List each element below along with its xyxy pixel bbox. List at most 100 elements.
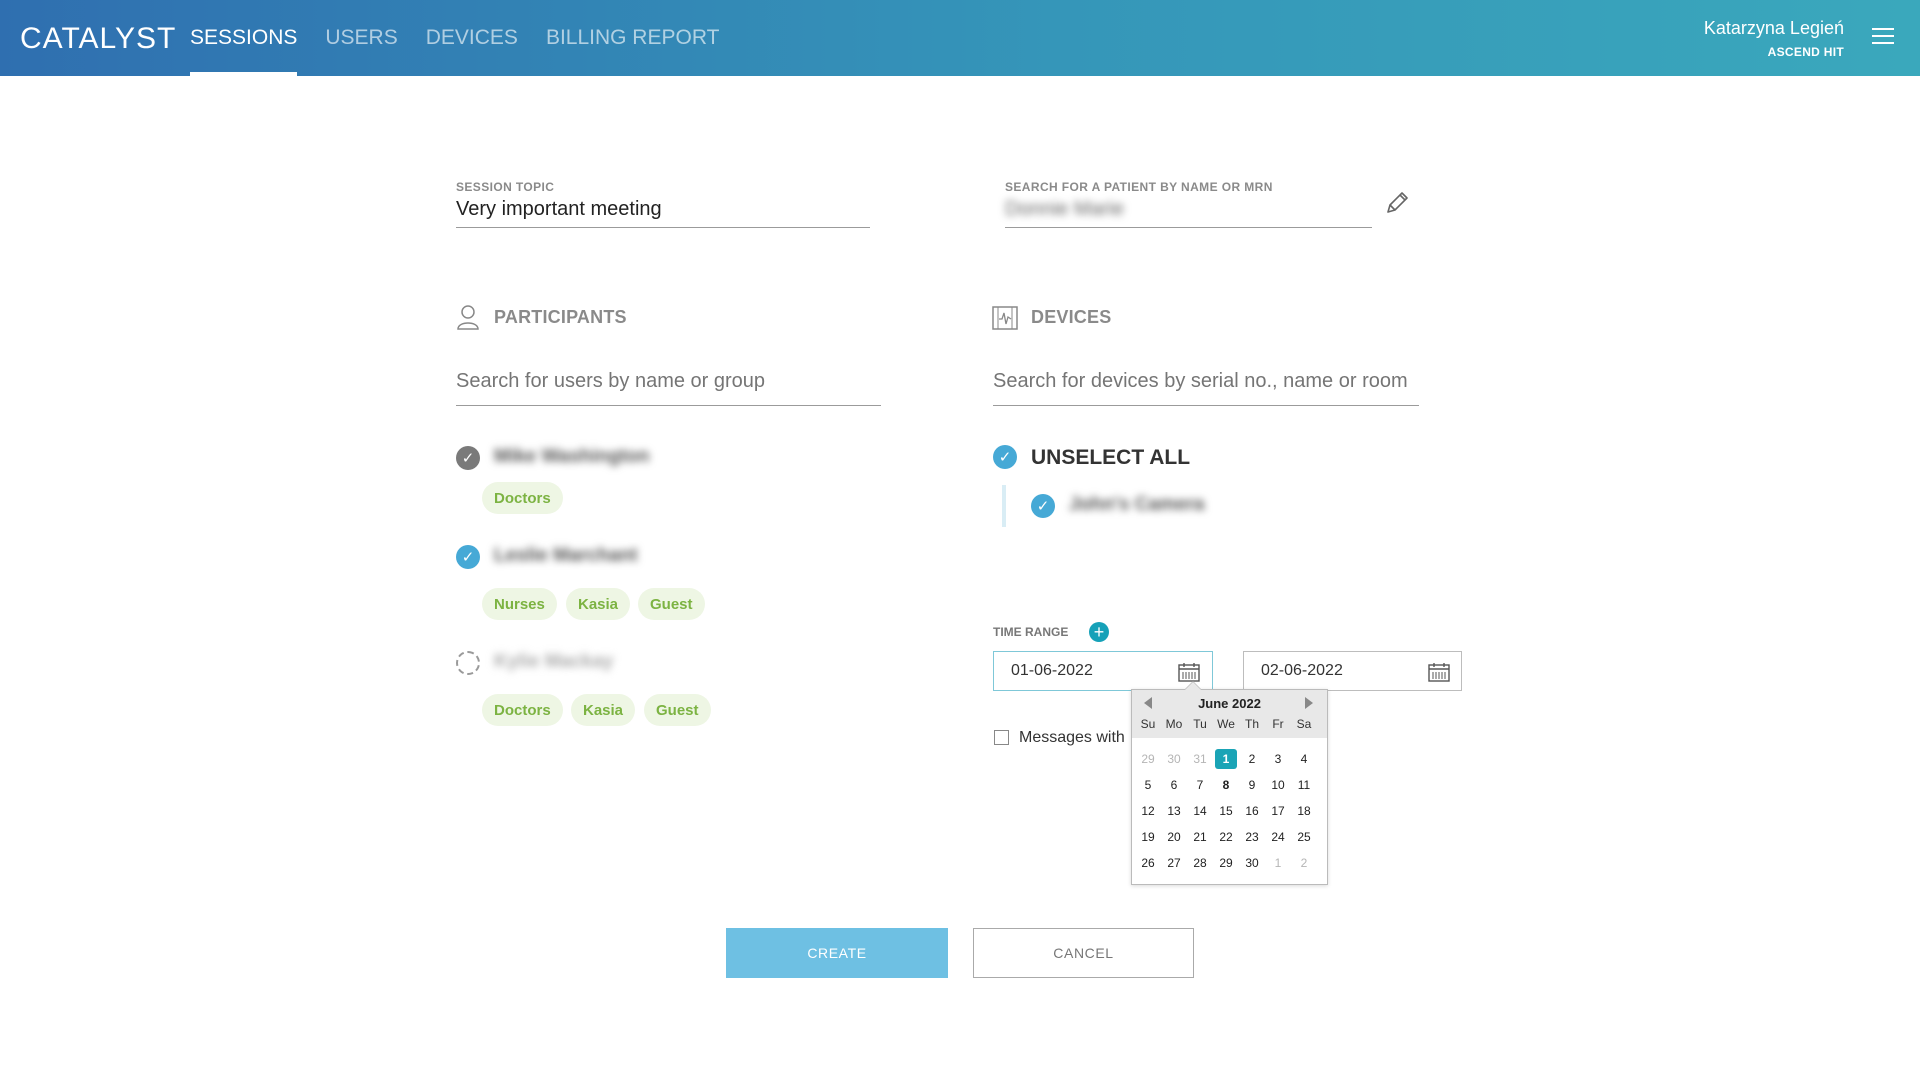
calendar-day[interactable]: 4 [1293,749,1315,769]
calendar-day[interactable]: 1 [1215,749,1237,769]
calendar-icon[interactable] [1428,662,1450,682]
patient-search-underline [1005,227,1372,228]
hamburger-menu-icon[interactable] [1872,28,1894,46]
pencil-edit-icon[interactable] [1384,190,1410,216]
calendar-day[interactable]: 12 [1137,801,1159,821]
group-tag: Guest [644,694,711,726]
patient-search-input[interactable]: Donnie Marie [1005,198,1124,221]
calendar-day[interactable]: 31 [1189,749,1211,769]
calendar-day[interactable]: 5 [1137,775,1159,795]
calendar-day[interactable]: 29 [1137,749,1159,769]
weekday-header: Mo [1165,717,1183,731]
participant-name: Mike Washington [494,446,650,467]
nav-users[interactable]: USERS [325,0,397,76]
devices-search-underline [993,405,1419,406]
top-navigation-bar: CATALYST SESSIONS USERS DEVICES BILLING … [0,0,1920,76]
nav-devices[interactable]: DEVICES [426,0,518,76]
calendar-day[interactable]: 30 [1241,853,1263,873]
calendar-day[interactable]: 14 [1189,801,1211,821]
unselect-all-checkbox[interactable]: ✓ [993,445,1017,469]
calendar-day[interactable]: 15 [1215,801,1237,821]
weekday-header: We [1217,717,1235,731]
cancel-button[interactable]: CANCEL [973,928,1194,978]
group-tag: Kasia [571,694,636,726]
weekday-header: Sa [1296,717,1312,731]
group-tag: Doctors [482,694,563,726]
weekday-header: Tu [1193,717,1207,731]
calendar-day[interactable]: 20 [1163,827,1185,847]
unselect-all-label[interactable]: UNSELECT ALL [1031,446,1190,470]
participants-search-input[interactable] [456,366,880,396]
calendar-day[interactable]: 17 [1267,801,1289,821]
calendar-day[interactable]: 19 [1137,827,1159,847]
device-name: John's Camera [1069,494,1205,515]
participant-checkbox-checked[interactable]: ✓ [456,446,480,470]
calendar-day[interactable]: 22 [1215,827,1237,847]
main-nav: SESSIONS USERS DEVICES BILLING REPORT [190,0,747,76]
calendar-day[interactable]: 23 [1241,827,1263,847]
weekday-header: Th [1244,717,1259,731]
end-date-value: 02-06-2022 [1261,662,1343,679]
end-date-input[interactable]: 02-06-2022 [1243,651,1462,691]
calendar-day[interactable]: 10 [1267,775,1289,795]
calendar-day[interactable]: 26 [1137,853,1159,873]
calendar-day[interactable]: 13 [1163,801,1185,821]
calendar-day[interactable]: 30 [1163,749,1185,769]
calendar-day[interactable]: 7 [1189,775,1211,795]
calendar-day[interactable]: 6 [1163,775,1185,795]
session-topic-input[interactable]: Very important meeting [456,198,662,221]
device-checkbox-checked[interactable]: ✓ [1031,494,1055,518]
time-range-label: TIME RANGE [993,625,1069,639]
patient-search-label: SEARCH FOR A PATIENT BY NAME OR MRN [1005,180,1273,194]
device-monitor-icon [992,306,1018,330]
calendar-day[interactable]: 24 [1267,827,1289,847]
calendar-day[interactable]: 11 [1293,775,1315,795]
group-tag: Kasia [566,588,631,620]
device-group-indicator [1002,485,1006,527]
nav-sessions[interactable]: SESSIONS [190,0,298,76]
nav-billing-report[interactable]: BILLING REPORT [546,0,720,76]
calendar-day[interactable]: 18 [1293,801,1315,821]
group-tag: Nurses [482,588,557,620]
date-picker-month: June 2022 [1198,696,1261,711]
participant-checkbox-checked[interactable]: ✓ [456,545,480,569]
create-button[interactable]: CREATE [726,928,948,978]
session-topic-label: SESSION TOPIC [456,180,555,194]
weekday-header: Fr [1272,717,1284,731]
calendar-icon[interactable] [1178,662,1200,682]
start-date-input[interactable]: 01-06-2022 [993,651,1213,691]
devices-search-input[interactable] [993,366,1418,396]
participant-name: Kylie Mackay [494,651,614,672]
user-name: Katarzyna Legień [1703,18,1844,38]
calendar-day[interactable]: 27 [1163,853,1185,873]
date-picker-popup: June 2022 Su Mo Tu We Th Fr Sa 29 30 31 1 2 3 4 5 6 7 8 9 1… [1131,681,1328,885]
calendar-day[interactable]: 2 [1293,853,1315,873]
calendar-day[interactable]: 21 [1189,827,1211,847]
messages-label: Messages with [1019,729,1125,746]
calendar-day[interactable]: 1 [1267,853,1289,873]
person-icon [457,305,479,330]
participants-search-underline [456,405,881,406]
calendar-day[interactable]: 16 [1241,801,1263,821]
weekday-header: Su [1140,717,1156,731]
devices-title: DEVICES [1031,307,1112,327]
session-topic-underline [456,227,870,228]
user-account[interactable]: Katarzyna Legień ASCEND HIT [1704,18,1844,59]
calendar-day[interactable]: 2 [1241,749,1263,769]
messages-checkbox[interactable] [994,730,1009,745]
date-picker-caret [1184,681,1202,690]
user-organization: ASCEND HIT [1767,45,1844,59]
calendar-day[interactable]: 8 [1215,775,1237,795]
add-time-range-button[interactable]: + [1089,622,1109,642]
calendar-day[interactable]: 28 [1189,853,1211,873]
participants-title: PARTICIPANTS [494,307,627,327]
calendar-day[interactable]: 29 [1215,853,1237,873]
next-month-icon[interactable] [1303,696,1315,710]
calendar-day[interactable]: 3 [1267,749,1289,769]
calendar-day[interactable]: 25 [1293,827,1315,847]
participant-checkbox-unchecked[interactable] [456,651,480,675]
catalyst-logo[interactable]: CATALYST [20,22,176,56]
calendar-day[interactable]: 9 [1241,775,1263,795]
participant-name: Leslie Marchant [494,545,638,566]
group-tag: Doctors [482,482,563,514]
